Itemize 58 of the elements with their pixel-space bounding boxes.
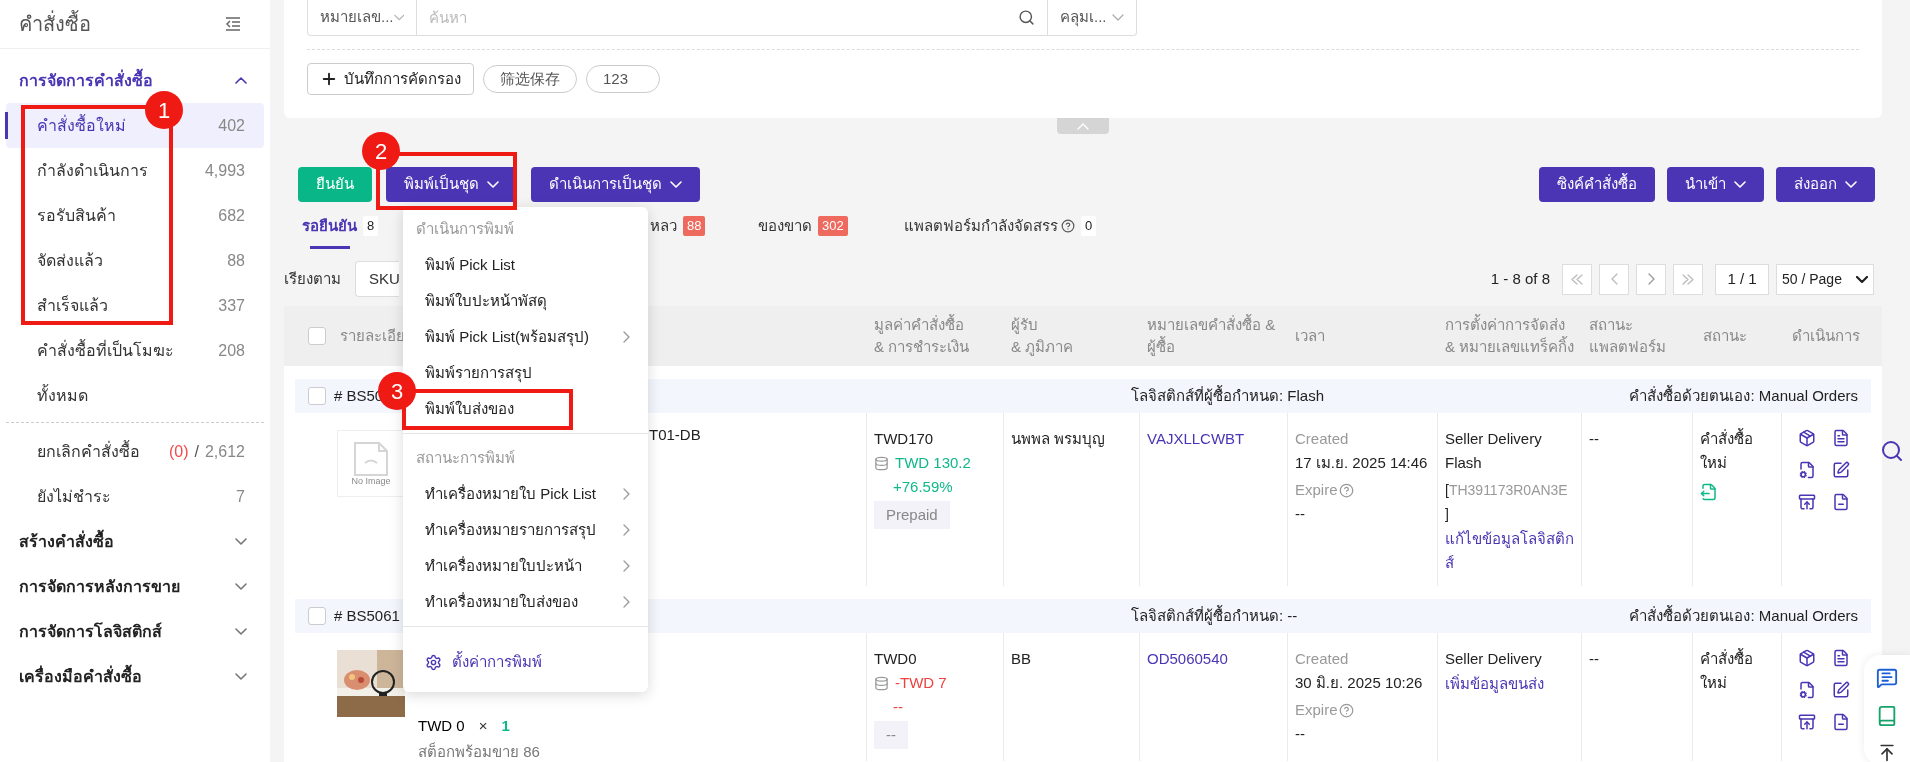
quantity: 1 <box>501 716 510 736</box>
sort-label: เรียงตาม <box>284 268 341 289</box>
column-header: รายละเอีย <box>340 326 405 346</box>
logistics-info: โลจิสติกส์ที่ผู้ซื้อกำหนด: Flash <box>1131 384 1325 407</box>
created-time: 17 เม.ย. 2025 14:46 <box>1295 453 1429 473</box>
column-header: การตั้งค่าการจัดส่ง & หมายเลขแทร็คกิ้ง <box>1445 314 1575 357</box>
menu-group-title: สถานะการพิมพ์ <box>415 447 516 468</box>
column-header: เวลา <box>1295 326 1325 346</box>
order-source: คำสั่งซื้อด้วยตนเอง: Manual Orders <box>1629 604 1858 626</box>
payment-tag: -- <box>874 721 908 749</box>
step-badge: 2 <box>362 132 400 170</box>
image-placeholder-caption: No Image <box>351 476 391 486</box>
platform-status: -- <box>1589 650 1599 667</box>
column-header: สถานะ แพลตฟอร์ม <box>1589 315 1666 357</box>
column-header: ผู้รับ & ภูมิภาค <box>1011 315 1074 358</box>
order-value: TWD0 <box>874 649 918 669</box>
order-status: คำสั่งซื้อใหม่ <box>1700 427 1754 473</box>
profit-rate: +76.59% <box>892 477 954 497</box>
order-source: คำสั่งซื้อด้วยตนเอง: Manual Orders <box>1629 384 1858 406</box>
product-price: TWD 0 <box>418 716 465 736</box>
platform-status: -- <box>1589 430 1599 447</box>
pagination-summary: 1 - 8 of 8 <box>1490 268 1550 289</box>
step-badge: 3 <box>378 372 416 410</box>
order-number: # BS5061 <box>334 605 400 626</box>
tracking-number: [TH391173R0AN3E ] <box>1445 481 1569 524</box>
expire-label: Expire <box>1295 700 1338 720</box>
tab-count: 302 <box>818 216 848 236</box>
profit-rate: -- <box>892 697 904 717</box>
tab-count: 0 <box>1081 216 1097 236</box>
tab-count: 88 <box>683 216 706 236</box>
column-header: หมายเลขคำสั่งซื้อ & ผู้ซื้อ <box>1147 314 1276 358</box>
order-status: คำสั่งซื้อใหม่ <box>1700 647 1754 693</box>
shipping-method: Seller Delivery <box>1445 429 1543 449</box>
sidebar-title: คำสั่งซื้อ <box>19 9 91 39</box>
receiver-name: BB <box>1011 650 1031 667</box>
expire-time: -- <box>1295 504 1306 524</box>
order-value: TWD170 <box>874 429 935 449</box>
shipping-carrier: Flash <box>1445 453 1483 473</box>
tab-count: 8 <box>363 216 379 236</box>
stock-info: สต็อกพร้อมขาย 86 <box>418 742 540 762</box>
profit: -TWD 7 <box>895 673 947 693</box>
column-header: สถานะ <box>1703 326 1747 346</box>
shipping-method: Seller Delivery <box>1445 649 1543 669</box>
column-header: ดำเนินการ <box>1792 326 1860 346</box>
created-time: 30 มิ.ย. 2025 10:26 <box>1295 673 1424 693</box>
created-label: Created <box>1295 649 1350 669</box>
receiver-name: นพพล พรมบุญ <box>1011 430 1106 447</box>
times-sign: × <box>478 716 488 736</box>
column-header: มูลค่าคำสั่งซื้อ & การชำระเงิน <box>874 314 970 357</box>
profit: TWD 130.2 <box>895 453 971 473</box>
created-label: Created <box>1295 429 1350 449</box>
payment-tag: Prepaid <box>874 501 950 529</box>
menu-group-title: ดำเนินการพิมพ์ <box>415 218 515 239</box>
logistics-info: โลจิสติกส์ที่ผู้ซื้อกำหนด: -- <box>1131 604 1299 627</box>
product-name: T01-DB <box>649 425 701 445</box>
expire-label: Expire <box>1295 480 1338 500</box>
expire-time: -- <box>1295 724 1306 744</box>
step-badge: 1 <box>145 91 183 129</box>
